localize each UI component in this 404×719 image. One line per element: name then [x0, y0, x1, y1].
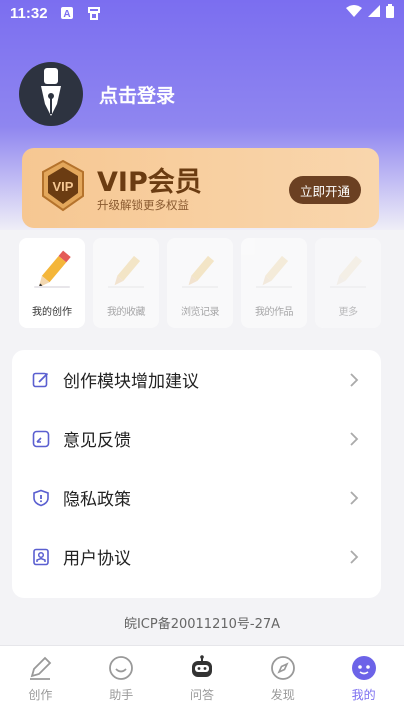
app-notification-icon — [86, 5, 102, 21]
vip-title: VIP会员 — [97, 167, 202, 198]
nav-label: 我的 — [351, 688, 376, 702]
a-box-icon: A — [60, 6, 74, 20]
menu-item-privacy[interactable]: 隐私政策 — [12, 468, 381, 527]
pencil-icon — [102, 246, 150, 298]
feedback-icon — [32, 430, 50, 448]
icp-record: 皖ICP备20011210号-27A — [123, 617, 281, 632]
menu-item-feedback[interactable]: 意见反馈 — [12, 409, 381, 468]
pencil-icon — [250, 246, 298, 298]
quick-item-label: 浏览记录 — [181, 307, 220, 318]
user-face-icon — [350, 654, 378, 682]
nav-tab-assistant[interactable]: 助手 — [81, 646, 162, 719]
menu-item-label: 意见反馈 — [63, 431, 131, 451]
edit-square-icon — [32, 371, 50, 389]
bottom-nav: 创作 助手 问答 发现 我的 — [0, 645, 404, 719]
chevron-right-icon — [349, 549, 359, 564]
settings-menu: 创作模块增加建议 意见反馈 隐私政策 用户协议 — [12, 350, 381, 598]
battery-icon — [386, 4, 394, 22]
chevron-right-icon — [349, 372, 359, 387]
chevron-right-icon — [349, 431, 359, 446]
nav-tab-qa[interactable]: 问答 — [162, 646, 243, 719]
vip-open-button[interactable]: 立即开通 — [288, 176, 361, 204]
login-link[interactable]: 点击登录 — [99, 81, 175, 108]
quick-item-3[interactable]: 浏览记录 — [167, 238, 233, 328]
quick-item-label: 我的作品 — [255, 307, 294, 318]
robot-icon — [188, 654, 216, 682]
menu-item-user-agreement[interactable]: 用户协议 — [12, 527, 381, 586]
pencil-icon — [324, 246, 372, 298]
nav-label: 发现 — [270, 688, 295, 702]
nav-label: 创作 — [28, 688, 53, 702]
quick-item-label: 我的创作 — [32, 307, 72, 318]
menu-item-label: 用户协议 — [63, 549, 131, 569]
status-bar: 11:32 A — [0, 0, 404, 26]
quick-item-2[interactable]: 我的收藏 — [93, 238, 159, 328]
nav-tab-discover[interactable]: 发现 — [242, 646, 323, 719]
user-doc-icon — [32, 548, 50, 566]
quick-item-label: 更多 — [338, 307, 359, 318]
vip-subtitle: 升级解锁更多权益 — [97, 198, 189, 212]
nav-label: 助手 — [109, 688, 134, 702]
quick-actions: 我的创作 我的收藏 浏览记录 我的作品 更多 — [19, 238, 383, 330]
pen-nib-icon — [31, 66, 71, 122]
vip-badge-icon: VIP — [38, 158, 88, 218]
signal-icon — [368, 5, 380, 21]
compass-icon — [269, 654, 297, 682]
quick-item-label: 我的收藏 — [107, 307, 146, 318]
nav-tab-create[interactable]: 创作 — [0, 646, 81, 719]
vip-badge-text: VIP — [53, 179, 74, 194]
menu-item-label: 创作模块增加建议 — [63, 372, 199, 392]
menu-item-label: 隐私政策 — [63, 490, 131, 510]
status-time: 11:32 — [10, 4, 48, 22]
svg-text:A: A — [63, 9, 70, 20]
wifi-icon — [346, 5, 362, 21]
shield-icon — [32, 489, 50, 507]
chevron-right-icon — [349, 490, 359, 505]
pencil-icon — [28, 246, 76, 298]
avatar[interactable] — [19, 62, 83, 126]
nav-tab-mine[interactable]: 我的 — [323, 646, 404, 719]
profile-login[interactable]: 点击登录 — [19, 62, 175, 126]
nav-label: 问答 — [189, 688, 214, 702]
pencil-icon — [176, 246, 224, 298]
menu-item-suggestion[interactable]: 创作模块增加建议 — [12, 350, 381, 409]
quick-item-4[interactable]: 我的作品 — [241, 238, 307, 328]
smile-icon — [107, 654, 135, 682]
pen-icon — [26, 654, 54, 682]
quick-item-my-creations[interactable]: 我的创作 — [19, 238, 85, 328]
quick-item-5[interactable]: 更多 — [315, 238, 381, 328]
vip-card[interactable]: VIP VIP会员 升级解锁更多权益 立即开通 — [22, 148, 379, 228]
